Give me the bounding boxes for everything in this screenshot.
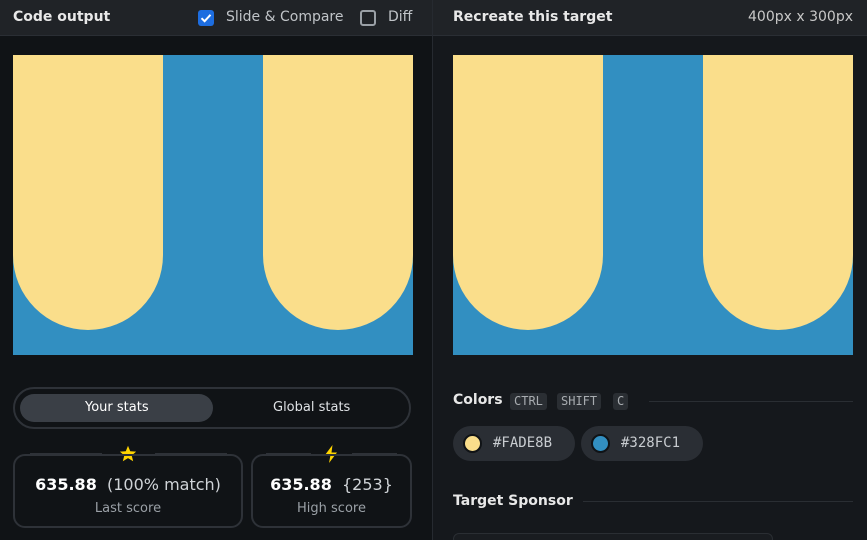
yellow-arch-left xyxy=(13,55,163,330)
target-canvas xyxy=(453,55,853,355)
code-output-panel: Code output Slide & Compare Diff Your st… xyxy=(0,0,432,540)
divider xyxy=(583,501,853,502)
stats-toggle: Your stats Global stats xyxy=(13,387,411,429)
tab-global-stats[interactable]: Global stats xyxy=(273,400,350,415)
sponsor-box[interactable] xyxy=(453,533,773,540)
color-swatch xyxy=(463,434,482,453)
panel-title: Code output xyxy=(13,9,111,25)
last-score-card: 635.88 (100% match) Last score xyxy=(13,454,243,528)
code-output-header: Code output Slide & Compare Diff xyxy=(0,0,432,36)
color-hex: #328FC1 xyxy=(621,435,681,451)
last-score-number: 635.88 xyxy=(35,475,97,494)
last-score-value: 635.88 (100% match) xyxy=(15,475,241,494)
color-chip-blue[interactable]: #328FC1 xyxy=(581,426,703,461)
high-score-number: 635.88 xyxy=(270,475,332,494)
yellow-arch-left xyxy=(453,55,603,330)
yellow-arch-right xyxy=(263,55,413,330)
high-score-detail: {253} xyxy=(342,475,393,494)
shortcut-key: SHIFT xyxy=(557,393,602,410)
divider xyxy=(649,401,853,402)
high-score-value: 635.88 {253} xyxy=(253,475,410,494)
target-panel: Recreate this target 400px x 300px Color… xyxy=(433,0,867,540)
app-root: Code output Slide & Compare Diff Your st… xyxy=(0,0,867,540)
color-chip-yellow[interactable]: #FADE8B xyxy=(453,426,575,461)
last-score-label: Last score xyxy=(94,501,162,516)
target-sponsor-heading: Target Sponsor xyxy=(453,493,573,509)
high-score-card: 635.88 {253} High score xyxy=(251,454,412,528)
shortcut-key: C xyxy=(613,393,629,410)
panel-title: Recreate this target xyxy=(453,9,613,25)
diff-checkbox[interactable] xyxy=(360,10,376,26)
color-swatch xyxy=(591,434,610,453)
checkmark-icon xyxy=(200,14,212,23)
slide-compare-label[interactable]: Slide & Compare xyxy=(226,9,344,25)
diff-label[interactable]: Diff xyxy=(388,9,412,25)
slide-compare-checkbox[interactable] xyxy=(198,10,214,26)
target-header: Recreate this target 400px x 300px xyxy=(433,0,867,36)
high-score-label: High score xyxy=(297,501,366,516)
tab-your-stats-label[interactable]: Your stats xyxy=(85,400,149,415)
last-score-detail: (100% match) xyxy=(107,475,221,494)
shortcut-key: CTRL xyxy=(510,393,547,410)
target-size: 400px x 300px xyxy=(748,9,853,25)
colors-heading: Colors xyxy=(453,392,503,408)
output-canvas[interactable] xyxy=(13,55,413,355)
yellow-arch-right xyxy=(703,55,853,330)
color-hex: #FADE8B xyxy=(493,435,553,451)
